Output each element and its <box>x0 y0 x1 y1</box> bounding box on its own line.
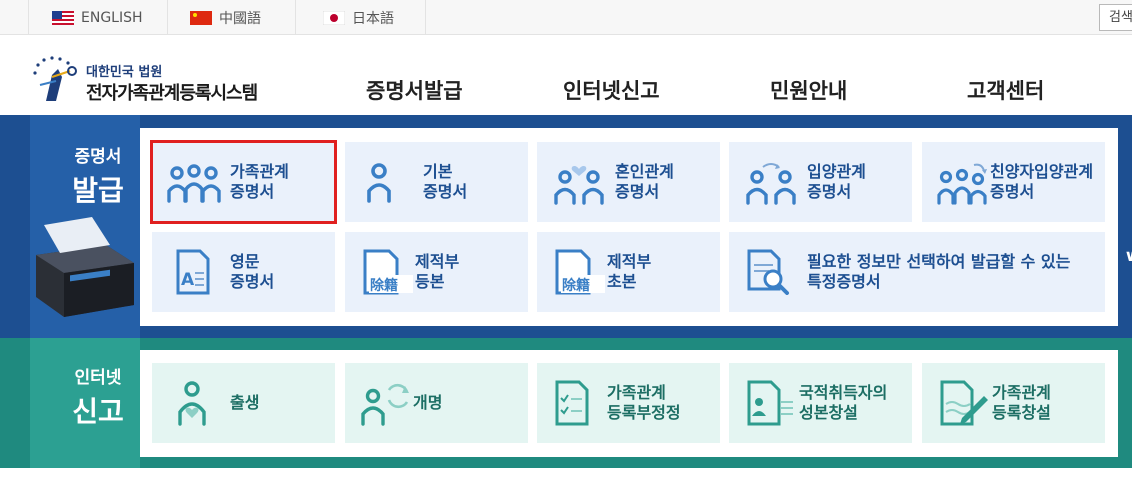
marriage-icon <box>554 165 604 205</box>
language-label: 日本語 <box>352 10 394 27</box>
tile-naturalized-surname-creation[interactable]: 국적취득자의 성본창설 <box>729 363 912 443</box>
register-extract-icon: 除籍 <box>555 249 605 295</box>
full-adoption-icon <box>937 163 987 205</box>
document-search-icon <box>747 249 789 295</box>
tile-label: 출생 <box>230 393 260 412</box>
register-copy-icon: 除籍 <box>363 249 413 295</box>
nav-internet-report[interactable]: 인터넷신고 <box>563 75 660 105</box>
id-document-icon <box>747 380 793 426</box>
language-bar: ENGLISH 中國語 日本語 검색 <box>0 0 1132 35</box>
person-icon <box>367 163 391 203</box>
register-stamp-text: 除籍 <box>562 277 590 294</box>
printer-illustration <box>36 217 134 317</box>
report-tile-panel: 출생 개명 가족관계 등록부정정 국적취득자의 성본창설 가족관계 등록창설 <box>140 350 1118 457</box>
tile-adoption-certificate[interactable]: 입양관계 증명서 <box>729 142 912 222</box>
tile-label: 가족관계 등록창설 <box>992 383 1051 422</box>
tile-label: 친양자입양관계 증명서 <box>990 162 1094 201</box>
tile-family-relation-certificate[interactable]: 가족관계 증명서 <box>150 140 337 224</box>
pen-document-icon <box>940 380 988 426</box>
search-button[interactable]: 검색 <box>1099 4 1132 31</box>
tile-full-adoption-certificate[interactable]: 친양자입양관계 증명서 <box>922 142 1105 222</box>
family-icon <box>167 164 221 203</box>
tile-english-certificate[interactable]: A 영문 증명서 <box>152 232 335 312</box>
tile-label: 입양관계 증명서 <box>807 162 866 201</box>
chevron-down-icon[interactable]: ∨ <box>1124 246 1132 265</box>
adoption-icon <box>746 163 796 205</box>
tile-birth-report[interactable]: 출생 <box>152 363 335 443</box>
tile-label: 필요한 정보만 선택하여 발급할 수 있는 특정증명서 <box>807 252 1071 291</box>
tile-label: 가족관계 증명서 <box>230 162 289 201</box>
language-label: 中國語 <box>219 10 261 27</box>
nav-certificate-issue[interactable]: 증명서발급 <box>366 75 463 105</box>
logo-title: 전자가족관계등록시스템 <box>86 83 258 104</box>
nav-customer-center[interactable]: 고객센터 <box>967 75 1044 105</box>
tile-register-correction[interactable]: 가족관계 등록부정정 <box>537 363 720 443</box>
tile-marriage-certificate[interactable]: 혼인관계 증명서 <box>537 142 720 222</box>
english-document-icon: A <box>176 249 210 295</box>
tile-label: 개명 <box>413 393 443 412</box>
certificate-tile-panel: 가족관계 증명서 기본 증명서 혼인관계 증명서 입양관계 증명서 친양자입양관… <box>140 128 1118 326</box>
tile-basic-certificate[interactable]: 기본 증명서 <box>345 142 528 222</box>
court-emblem-icon <box>33 56 77 101</box>
logo-subtitle: 대한민국 법원 <box>86 65 163 80</box>
tile-label: 가족관계 등록부정정 <box>607 383 681 422</box>
cn-flag-icon <box>190 10 212 25</box>
rename-icon <box>361 383 409 426</box>
tile-label: 영문 증명서 <box>230 252 275 291</box>
language-english[interactable]: ENGLISH <box>28 0 168 35</box>
language-label: ENGLISH <box>81 9 143 26</box>
birth-icon <box>178 381 206 426</box>
tile-register-creation[interactable]: 가족관계 등록창설 <box>922 363 1105 443</box>
tile-removed-register-extract[interactable]: 除籍 제적부 초본 <box>537 232 720 312</box>
nav-civil-guide[interactable]: 민원안내 <box>770 75 847 105</box>
us-flag-icon <box>52 10 74 25</box>
language-japanese[interactable]: 日本語 <box>296 0 426 35</box>
language-chinese[interactable]: 中國語 <box>168 0 296 35</box>
tile-label: 제적부 초본 <box>607 252 652 291</box>
tile-label: 혼인관계 증명서 <box>615 162 674 201</box>
tile-rename-report[interactable]: 개명 <box>345 363 528 443</box>
tile-label: 제적부 등본 <box>415 252 460 291</box>
tile-removed-register-copy[interactable]: 除籍 제적부 등본 <box>345 232 528 312</box>
certificate-section-title: 증명서 발급 <box>72 147 124 207</box>
checklist-document-icon <box>555 380 589 426</box>
tile-label: 기본 증명서 <box>423 162 468 201</box>
register-stamp-text: 除籍 <box>370 277 398 294</box>
jp-flag-icon <box>323 10 345 25</box>
report-section-title: 인터넷 신고 <box>72 368 124 428</box>
tile-specific-certificate[interactable]: 필요한 정보만 선택하여 발급할 수 있는 특정증명서 <box>729 232 1105 312</box>
tile-label: 국적취득자의 성본창설 <box>799 383 888 422</box>
site-logo[interactable]: 대한민국 법원 전자가족관계등록시스템 <box>30 55 270 105</box>
svg-text:A: A <box>181 270 195 290</box>
